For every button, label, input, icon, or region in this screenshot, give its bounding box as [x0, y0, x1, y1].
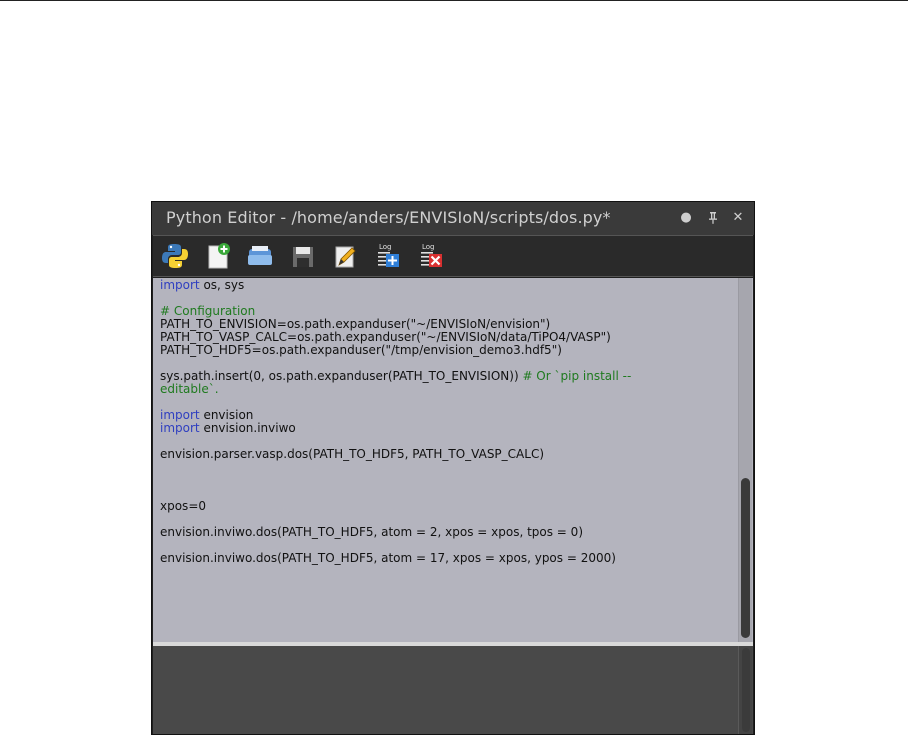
python-logo-icon[interactable]	[160, 241, 190, 271]
code-line: import os, sys	[160, 279, 730, 292]
float-dock-button[interactable]: ●	[678, 209, 694, 227]
code-line: envision.inviwo.dos(PATH_TO_HDF5, atom =…	[160, 526, 730, 539]
code-token: PATH_TO_HDF5=os.path.expanduser("/tmp/en…	[160, 343, 562, 357]
code-token: envision.inviwo.dos(PATH_TO_HDF5, atom =…	[160, 525, 583, 539]
code-line: editable`.	[160, 383, 730, 396]
code-text[interactable]: import os, sys # Configuration PATH_TO_ENV…	[160, 279, 730, 565]
code-token: PATH_TO_ENVISION=os.path.expanduser("~/E…	[160, 317, 551, 331]
output-console[interactable]	[153, 646, 753, 734]
code-comment: editable`.	[160, 382, 219, 396]
code-comment: # Configuration	[160, 304, 256, 318]
top-divider	[0, 0, 908, 1]
titlebar[interactable]: Python Editor - /home/anders/ENVISIoN/sc…	[152, 202, 754, 235]
log-label: Log	[379, 243, 392, 251]
code-comment: # Or `pip install --	[522, 369, 632, 383]
log-label: Log	[422, 243, 435, 251]
log-clear-icon[interactable]: Log	[417, 241, 447, 271]
window-title: Python Editor - /home/anders/ENVISIoN/sc…	[166, 208, 611, 227]
code-editor[interactable]: import os, sys # Configuration PATH_TO_ENV…	[153, 278, 753, 642]
pin-button[interactable]	[705, 209, 721, 227]
code-token: os, sys	[199, 278, 245, 292]
code-line: envision.parser.vasp.dos(PATH_TO_HDF5, P…	[160, 448, 730, 461]
save-icon[interactable]	[288, 241, 318, 271]
code-line: envision.inviwo.dos(PATH_TO_HDF5, atom =…	[160, 552, 730, 565]
code-token: envision.inviwo	[199, 421, 296, 435]
new-file-icon[interactable]	[203, 241, 233, 271]
open-folder-icon[interactable]	[245, 241, 275, 271]
output-vertical-scrollbar[interactable]	[738, 646, 752, 734]
code-token: envision	[199, 408, 254, 422]
code-token: envision.parser.vasp.dos(PATH_TO_HDF5, P…	[160, 447, 545, 461]
code-vertical-scrollbar[interactable]	[738, 278, 752, 642]
code-token: xpos=0	[160, 499, 207, 513]
code-line: sys.path.insert(0, os.path.expanduser(PA…	[160, 370, 730, 383]
editor-toolbar: Log Log	[153, 235, 753, 277]
code-line: import envision.inviwo	[160, 422, 730, 435]
code-line: xpos=0	[160, 500, 730, 513]
code-token: sys.path.insert(0, os.path.expanduser(PA…	[160, 369, 523, 383]
log-add-icon[interactable]: Log	[374, 241, 404, 271]
code-keyword: import	[160, 421, 200, 435]
code-keyword: import	[160, 278, 200, 292]
code-keyword: import	[160, 408, 200, 422]
code-token: PATH_TO_VASP_CALC=os.path.expanduser("~/…	[160, 330, 611, 344]
python-editor-window: Python Editor - /home/anders/ENVISIoN/sc…	[151, 201, 755, 735]
output-scrollbar-track	[742, 648, 750, 732]
code-token: envision.inviwo.dos(PATH_TO_HDF5, atom =…	[160, 551, 616, 565]
edit-pencil-icon[interactable]	[330, 241, 360, 271]
code-line: PATH_TO_HDF5=os.path.expanduser("/tmp/en…	[160, 344, 730, 357]
close-button[interactable]: ✕	[730, 209, 746, 227]
scrollbar-thumb[interactable]	[741, 478, 750, 638]
